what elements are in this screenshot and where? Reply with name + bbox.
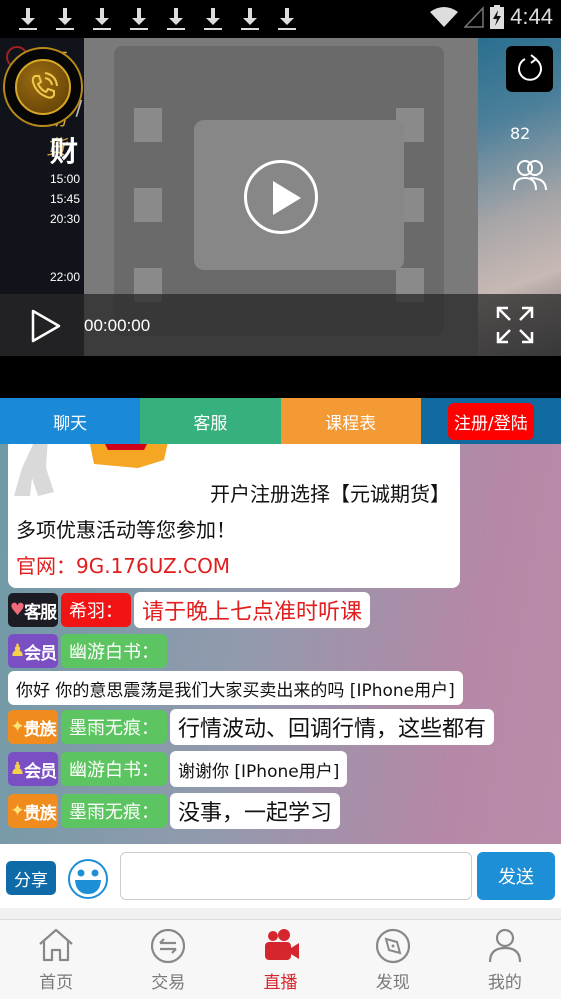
sender-name[interactable]: 幽游白书： xyxy=(61,752,167,786)
nav-label: 直播 xyxy=(263,973,298,993)
promo-image xyxy=(14,444,168,496)
sender-name[interactable]: 希羽： xyxy=(61,593,131,627)
tab-chat[interactable]: 聊天 xyxy=(0,398,141,444)
schedule-time: 15:45 xyxy=(50,192,81,206)
member-icon: ♟ xyxy=(9,641,25,661)
nav-discover[interactable]: 发现 xyxy=(337,920,449,999)
tab-customer-service[interactable]: 客服 xyxy=(140,398,281,444)
exchange-icon xyxy=(151,928,186,964)
refresh-button[interactable] xyxy=(506,46,553,92)
promo-message: 开户注册选择【元诚期货】 多项优惠活动等您参加！ 官网：9G.176UZ.COM xyxy=(8,444,460,588)
register-login-button[interactable]: 注册/登陆 xyxy=(448,402,534,440)
chat-message: ♟ 会员 幽游白书： xyxy=(8,634,167,668)
nav-label: 发现 xyxy=(375,973,410,993)
download-icon xyxy=(92,6,112,32)
room-tabs: 聊天 客服 课程表 注册/登陆 xyxy=(0,398,561,444)
download-icon xyxy=(166,6,186,32)
download-icon xyxy=(240,6,260,32)
send-button[interactable]: 发送 xyxy=(477,852,555,900)
role-badge-member: ♟ 会员 xyxy=(8,752,58,786)
bottom-navigation: 首页 交易 直播 发现 我的 xyxy=(0,920,561,999)
phone-icon xyxy=(31,72,58,99)
wifi-icon xyxy=(430,7,459,27)
users-icon xyxy=(513,160,547,191)
video-bottom-spacer xyxy=(0,356,561,398)
download-icon xyxy=(55,6,75,32)
nav-profile[interactable]: 我的 xyxy=(449,920,561,999)
role-badge-noble: ✦ 贵族 xyxy=(8,710,58,744)
download-icon xyxy=(203,6,223,32)
message-text: 行情波动、回调行情，这些都有 xyxy=(170,709,495,745)
nav-home[interactable]: 首页 xyxy=(0,920,112,999)
battery-charging-icon xyxy=(490,5,505,29)
home-icon xyxy=(39,928,73,962)
member-icon: ♟ xyxy=(9,759,25,779)
call-button[interactable] xyxy=(3,47,83,127)
sender-name[interactable]: 幽游白书： xyxy=(61,634,167,668)
chat-message: ♟ 会员 幽游白书： 谢谢你 [IPhone用户] xyxy=(8,751,348,787)
play-button-center[interactable] xyxy=(244,160,318,234)
play-icon xyxy=(273,181,301,215)
fullscreen-button[interactable] xyxy=(496,306,534,344)
status-bar: 4:44 xyxy=(0,0,561,38)
video-player[interactable]: 元诚期货 03/ 财 15:00 15:45 20:30 22:00 82 xyxy=(0,38,561,356)
role-badge-member: ♟ 会员 xyxy=(8,634,58,668)
notification-icons xyxy=(18,6,297,32)
chat-area[interactable]: 开户注册选择【元诚期货】 多项优惠活动等您参加！ 官网：9G.176UZ.COM… xyxy=(0,444,561,844)
refresh-icon xyxy=(517,54,542,81)
nav-label: 我的 xyxy=(487,973,522,993)
nav-label: 首页 xyxy=(39,973,74,993)
clock: 4:44 xyxy=(510,4,553,29)
compass-icon xyxy=(375,928,410,964)
promo-line-2: 多项优惠活动等您参加！ xyxy=(16,518,236,542)
cell-signal-icon xyxy=(464,6,484,28)
schedule-time: 22:00 xyxy=(50,270,81,284)
elapsed-time: 00:00:00 xyxy=(84,316,151,335)
share-button[interactable]: 分享 xyxy=(6,861,56,895)
schedule-time: 15:00 xyxy=(50,172,81,186)
video-camera-icon xyxy=(264,929,299,960)
promo-line-1: 开户注册选择【元诚期货】 xyxy=(210,482,450,506)
emoji-button[interactable] xyxy=(66,858,110,900)
download-icon xyxy=(18,6,38,32)
sender-name[interactable]: 墨雨无痕： xyxy=(61,794,167,828)
play-button[interactable] xyxy=(30,308,62,344)
nav-live[interactable]: 直播 xyxy=(224,920,336,999)
tab-register-login: 注册/登陆 xyxy=(420,398,561,444)
tab-schedule[interactable]: 课程表 xyxy=(280,398,421,444)
download-icon xyxy=(277,6,297,32)
chat-message: ✦ 贵族 墨雨无痕： 行情波动、回调行情，这些都有 xyxy=(8,709,495,745)
overlay-stat: 82 xyxy=(510,124,531,143)
role-badge-noble: ✦ 贵族 xyxy=(8,794,58,828)
nav-trade[interactable]: 交易 xyxy=(112,920,224,999)
message-input[interactable] xyxy=(120,852,472,900)
nav-label: 交易 xyxy=(151,973,186,993)
message-text: 请于晚上七点准时听课 xyxy=(134,592,371,628)
download-icon xyxy=(129,6,149,32)
chat-input-bar: 分享 发送 xyxy=(0,844,561,908)
chat-message: ✦ 贵族 墨雨无痕： 没事，一起学习 xyxy=(8,793,341,829)
chat-message: ♥ 客服 希羽： 请于晚上七点准时听课 xyxy=(8,592,371,628)
divider xyxy=(0,908,561,920)
message-text: 谢谢你 [IPhone用户] xyxy=(170,751,348,787)
user-icon xyxy=(488,928,522,963)
chat-message-body: 你好 你的意思震荡是我们大家买卖出来的吗 [IPhone用户] xyxy=(8,671,463,705)
message-text: 没事，一起学习 xyxy=(170,793,341,829)
schedule-title: 财 xyxy=(50,135,79,168)
crown-icon: ✦ xyxy=(10,717,24,737)
promo-website-link[interactable]: 官网：9G.176UZ.COM xyxy=(16,550,230,579)
sender-name[interactable]: 墨雨无痕： xyxy=(61,710,167,744)
role-badge-kefu: ♥ 客服 xyxy=(8,593,58,627)
video-controls: 00:00:00 xyxy=(0,294,561,356)
crown-icon: ✦ xyxy=(10,801,24,821)
schedule-time: 20:30 xyxy=(50,212,81,226)
message-text: 你好 你的意思震荡是我们大家买卖出来的吗 [IPhone用户] xyxy=(8,671,463,705)
